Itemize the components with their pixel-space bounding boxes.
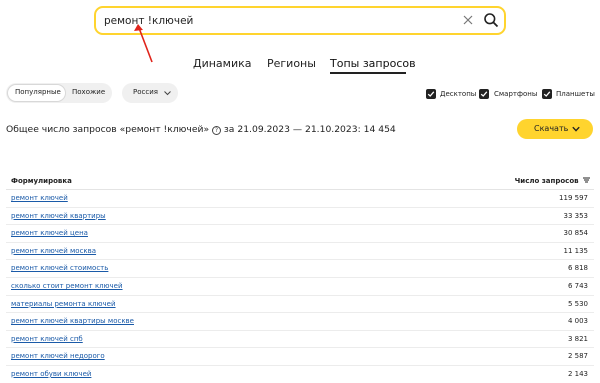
query-count: 6 818 xyxy=(567,264,588,273)
checkbox-desktops-label[interactable]: Десктопы xyxy=(440,89,476,99)
search-icon[interactable] xyxy=(483,12,499,28)
tab-top-queries[interactable]: Топы запросов xyxy=(330,57,416,70)
table-body: ремонт ключей 119 597 ремонт ключей кварти… xyxy=(6,190,594,383)
query-count: 4 003 xyxy=(567,317,588,326)
query-phrase-link[interactable]: ремонт ключей москва xyxy=(11,247,96,255)
table-row: ремонт ключей москва 11 135 xyxy=(6,243,594,261)
help-icon[interactable]: ? xyxy=(212,126,221,135)
query-phrase-link[interactable]: материалы ремонта ключей xyxy=(11,300,116,308)
query-phrase-link[interactable]: ремонт ключей квартиры xyxy=(11,212,106,220)
query-phrase-link[interactable]: сколько стоит ремонт ключей xyxy=(11,282,123,290)
tab-regions[interactable]: Регионы xyxy=(267,57,316,70)
summary-text-after: за 21.09.2023 — 21.10.2023: 14 454 xyxy=(223,124,396,135)
query-phrase-link[interactable]: ремонт ключей недорого xyxy=(11,352,105,360)
query-count: 3 821 xyxy=(567,334,588,343)
table-row: сколько стоит ремонт ключей 6 743 xyxy=(6,278,594,296)
query-count: 5 530 xyxy=(567,299,588,308)
download-button-label: Скачать xyxy=(534,124,569,133)
table-row: материалы ремонта ключей 5 530 xyxy=(6,296,594,314)
chevron-down-icon xyxy=(164,91,171,96)
table-row: ремонт ключей спб 3 821 xyxy=(6,331,594,349)
checkbox-tablets-label[interactable]: Планшеты xyxy=(556,89,595,99)
device-filters: Десктопы Смартфоны Планшеты xyxy=(426,89,595,101)
column-header-phrase: Формулировка xyxy=(11,177,72,185)
checkbox-smartphones-label[interactable]: Смартфоны xyxy=(494,89,537,99)
query-count: 119 597 xyxy=(559,194,588,202)
query-phrase-link[interactable]: ремонт ключей стоимость xyxy=(11,264,108,272)
mode-option-similar[interactable]: Похожие xyxy=(72,88,105,96)
table-row: ремонт ключей 119 597 xyxy=(6,190,594,208)
query-count: 6 743 xyxy=(567,281,588,290)
query-phrase-link[interactable]: ремонт ключей квартиры москве xyxy=(11,317,134,325)
query-summary: Общее число запросов «ремонт !ключей» ? … xyxy=(6,124,396,135)
table-row: ремонт ключей стоимость 6 818 xyxy=(6,260,594,278)
query-count: 11 135 xyxy=(563,246,589,255)
query-count: 33 353 xyxy=(563,211,589,220)
top-queries-table: Формулировка Число запросов ремонт ключе… xyxy=(6,172,594,383)
checkbox-tablets[interactable] xyxy=(542,89,552,99)
table-header: Формулировка Число запросов xyxy=(6,172,594,190)
table-row: ремонт ключей недорого 2 587 xyxy=(6,348,594,366)
query-phrase-link[interactable]: ремонт ключей спб xyxy=(11,335,83,343)
query-phrase-link[interactable]: ремонт обуви ключей xyxy=(11,370,91,378)
summary-text-before: Общее число запросов «ремонт !ключей» xyxy=(6,124,210,135)
mode-switch: Популярные Похожие xyxy=(6,83,112,103)
tab-dynamics[interactable]: Динамика xyxy=(193,57,252,70)
column-header-count[interactable]: Число запросов xyxy=(515,177,590,185)
sort-icon[interactable] xyxy=(583,177,590,183)
clear-icon[interactable] xyxy=(462,14,474,26)
table-row: ремонт обуви ключей 2 143 xyxy=(6,366,594,383)
table-row: ремонт ключей квартиры 33 353 xyxy=(6,208,594,226)
query-count: 2 587 xyxy=(567,352,588,361)
checkbox-smartphones[interactable] xyxy=(479,89,489,99)
query-count: 2 143 xyxy=(567,369,588,378)
query-phrase-link[interactable]: ремонт ключей цена xyxy=(11,229,88,237)
chevron-down-icon xyxy=(572,126,580,132)
checkbox-desktops[interactable] xyxy=(426,89,436,99)
active-tab-indicator xyxy=(330,72,406,74)
table-row: ремонт ключей цена 30 854 xyxy=(6,225,594,243)
region-dropdown[interactable]: Россия xyxy=(122,83,178,103)
query-count: 30 854 xyxy=(563,229,589,238)
query-phrase-link[interactable]: ремонт ключей xyxy=(11,194,68,202)
mode-option-popular-label[interactable]: Популярные xyxy=(15,88,61,96)
column-header-count-label: Число запросов xyxy=(514,177,579,185)
table-row: ремонт ключей квартиры москве 4 003 xyxy=(6,313,594,331)
region-dropdown-label: Россия xyxy=(133,88,158,96)
tab-bar: Динамика Регионы Топы запросов xyxy=(0,57,600,77)
download-button[interactable]: Скачать xyxy=(517,119,593,139)
